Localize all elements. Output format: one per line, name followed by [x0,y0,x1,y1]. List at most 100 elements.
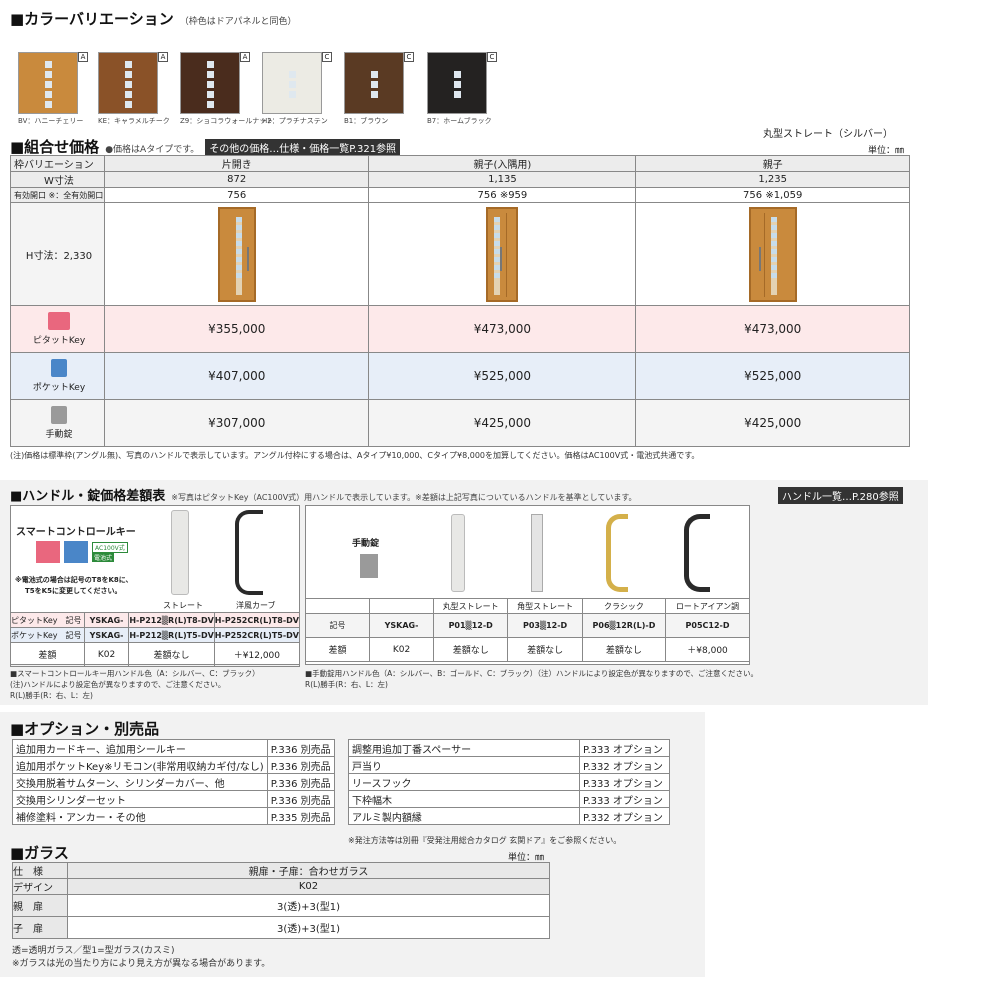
code: P05C12-D [665,613,750,638]
type-badge: A [78,52,88,62]
option-page: P.336 別売品 [266,739,335,757]
option-row: 交換用脱着サムターン、シリンダーカバー、他 P.336 別売品 [12,773,335,791]
door-image-parent-child [635,202,910,306]
swatch-caption: BV：ハニーチェリー [18,117,84,125]
option-row: 追加用カードキー、追加用シールキー P.336 別売品 [12,739,335,757]
smart-footnote-3: R(L)勝手(R：右、L：左) [10,691,93,700]
glass-label: 仕 様 [12,862,68,879]
row-pitatto: ピタットKey [10,305,105,353]
color-swatch [18,52,78,114]
eff-value: 756 ※1,059 [635,187,910,203]
manual-lock-icon [360,554,378,578]
swatch-caption: B7：ホームブラック [427,117,492,125]
glass-footnote-1: 透=透明ガラス／型1=型ガラス(カスミ) [12,946,175,956]
swatch-caption: B1：ブラウン [344,117,389,125]
classic-handle-image [606,514,628,592]
code: P03▒12-D [507,613,583,638]
option-name: 交換用シリンダーセット [12,790,268,808]
smart-note-1: ※電池式の場合は記号のT8をK8に、 [15,576,133,584]
color-swatch [344,52,404,114]
square-straight-handle-image [531,514,543,592]
diff-code: K02 [83,642,130,667]
glass-row: 子 扉 3(透)+3(型1) [12,916,550,939]
type-badge: A [158,52,168,62]
option-name: 調整用追加丁番スペーサー [348,739,580,757]
swatch-caption: H2：プラチナステン [262,117,328,125]
option-section-title: ■オプション・別売品 [10,720,160,738]
curve-handle-image [235,510,263,595]
w-value: 1,135 [368,171,637,188]
code: H-P212▒R(L)T8-DV [128,612,215,628]
eff-label: 有効開口 ※：全有効開口 [10,187,105,203]
w-value: 1,235 [635,171,910,188]
option-name: リースフック [348,773,580,791]
handle-caption: 丸型ストレート（シルバー） [763,129,893,140]
option-row: 下枠幅木 P.333 オプション [348,790,670,808]
option-name: 戸当り [348,756,580,774]
glass-row: デザイン K02 [12,878,550,895]
handle-name: 丸型ストレート [432,598,509,614]
price-highlight: その他の価格…仕様・価格一覧P.321参照 [205,139,401,156]
iron-handle-image [684,514,710,592]
row2-label: ポケットKey 記号 [10,627,85,643]
price-cell: ¥525,000 [368,352,637,400]
col-parent-child: 親子 [635,155,910,172]
color-variation-note: （枠色はドアパネルと同色） [179,17,297,27]
diff-value: ＋¥8,000 [665,637,750,662]
code: YSKAG- [83,627,130,643]
manual-title: 手動錠 [352,539,380,549]
option-page: P.332 オプション [579,807,670,825]
pitatto-key-icon [48,312,70,330]
type-badge: A [240,52,250,62]
smart-code-table: ピタットKey 記号 YSKAG- H-P212▒R(L)T8-DV H-P25… [10,612,301,667]
code: YSKAG- [83,612,130,628]
col-single: 片開き [103,155,370,172]
glass-value: 3(透)+3(型1) [67,916,550,939]
blank-cell [369,598,434,614]
code: P01▒12-D [432,613,509,638]
diff-value: 差額なし [581,637,667,662]
handle-name: 角型ストレート [507,598,583,614]
color-swatch [98,52,158,114]
manual-footnote-2: R(L)勝手(R：右、L：左) [305,680,388,689]
straight-handle-image [171,510,189,595]
handle-section-note: ※写真はピタットKey（AC100V式）用ハンドルで表示しています。※差額は上記… [171,493,637,502]
option-row: リースフック P.333 オプション [348,773,670,791]
glass-row: 仕 様親扉・子扉：合わせガラス [12,862,550,879]
code: H-P212▒R(L)T5-DV [128,627,215,643]
diff-label: 差額 [10,642,85,667]
color-swatch [427,52,487,114]
manual-code-table: 丸型ストレート 角型ストレート クラシック ロートアイアン調 記号 YSKAG-… [305,598,750,662]
color-swatch [180,52,240,114]
pocket-key-icon [64,541,88,563]
option-table-left: 追加用カードキー、追加用シールキー P.336 別売品 追加用ポケットKey※リモコ… [12,739,335,825]
handle-section-title: ■ハンドル・錠価格差額表 ※写真はピタットKey（AC100V式）用ハンドルで表… [10,489,637,504]
diff-label: 差額 [305,637,370,662]
option-page: P.333 オプション [579,790,670,808]
code: H-P252CR(L)T8-DV [213,612,301,628]
manual-footnote-1: ■手動錠用ハンドル色（A：シルバー、B：ゴールド、C：ブラック）（注）ハンドルに… [305,669,759,678]
manual-lock-icon [51,406,67,424]
col-parent-child-corner: 親子(入隅用) [368,155,637,172]
glass-label: デザイン [12,878,68,895]
option-row: 調整用追加丁番スペーサー P.333 オプション [348,739,670,757]
option-row: 追加用ポケットKey※リモコン(非常用収納カギ付/なし) P.336 別売品 [12,756,335,774]
option-name: アルミ製内額縁 [348,807,580,825]
row-pocket: ポケットKey [10,352,105,400]
battery-badge: 電池式 [92,553,115,562]
type-badge: C [322,52,332,62]
handle-ref: ハンドル一覧…P.280参照 [778,487,903,504]
option-page: P.336 別売品 [266,756,335,774]
handle-name: ストレート [163,601,203,610]
door-image-single [103,202,370,306]
option-row: アルミ製内額縁 P.332 オプション [348,807,670,825]
smart-footnote-2: (注)ハンドルにより設定色が異なりますので、ご注意ください。 [10,680,226,689]
price-note: ●価格はAタイプです。 [105,145,200,155]
price-cell: ¥525,000 [635,352,910,400]
price-cell: ¥425,000 [635,399,910,447]
smart-footnote-1: ■スマートコントロールキー用ハンドル色（A：シルバー、C：ブラック） [10,669,260,678]
option-name: 追加用カードキー、追加用シールキー [12,739,268,757]
color-variation-title: ■カラーバリエーション （枠色はドアパネルと同色） [10,10,297,28]
code: YSKAG- [369,613,434,638]
w-value: 872 [103,171,370,188]
